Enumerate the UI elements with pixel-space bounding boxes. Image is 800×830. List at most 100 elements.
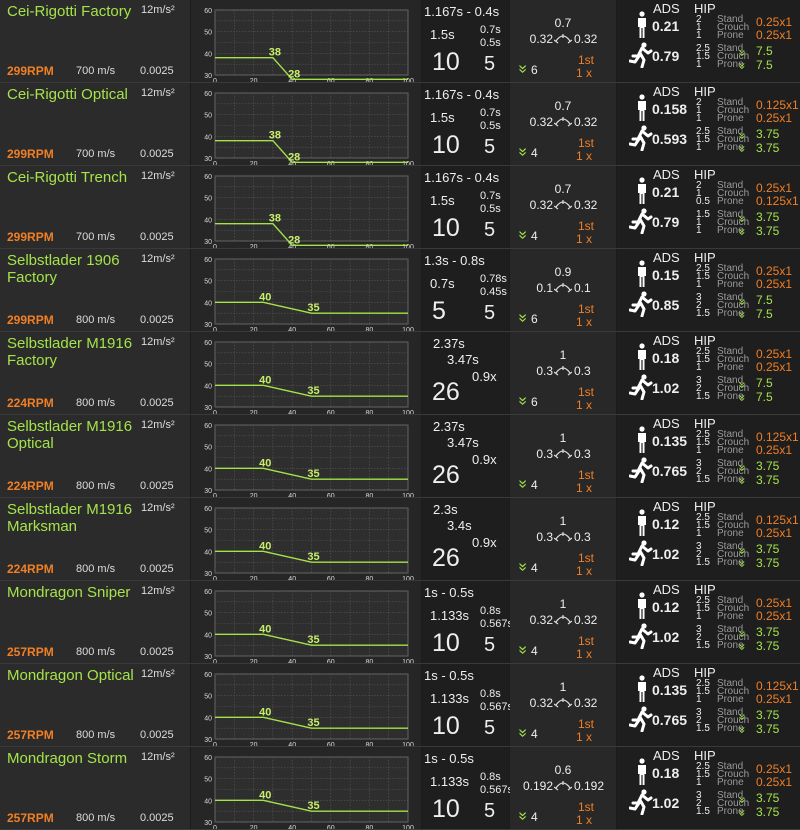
- chart-y-tick-label: 50: [204, 362, 212, 369]
- magazine-size: 26: [432, 544, 460, 572]
- reload-time-a: 1.133s: [430, 774, 470, 789]
- recoil-up: 1: [559, 431, 567, 445]
- person-head: [639, 758, 645, 764]
- hip-move-stand: 3.75: [756, 708, 780, 722]
- chevron-down-icon: »: [735, 311, 750, 319]
- hip-stance-value: 1: [696, 528, 702, 539]
- chart-x-tick-label: 20: [250, 244, 258, 248]
- hip-move-prone: 3.75: [756, 224, 780, 238]
- chart-y-tick-label: 40: [204, 798, 212, 805]
- ads-header: ADS: [653, 84, 680, 99]
- chart-x-tick-label: 60: [327, 410, 335, 414]
- chart-x-tick-label: 100: [402, 410, 414, 414]
- person-body: [638, 765, 646, 785]
- ammo-count: 5: [484, 302, 496, 324]
- damage-label-min: 35: [307, 302, 319, 314]
- chart-y-tick-label: 50: [204, 445, 212, 452]
- chart-x-tick-label: 40: [288, 576, 296, 580]
- chart-y-tick-label: 30: [204, 571, 212, 578]
- damage-chart-cell: 60 50 40 30 0 20 40 60 80 100 40 35: [191, 332, 421, 414]
- damage-chart-cell: 60 50 40 30 0 20 40 60 80 100 40 35: [191, 415, 421, 497]
- person-head: [639, 94, 645, 100]
- weapon-row: Selbstlader M1916 Marksman 12m/s² 224RPM 80…: [0, 498, 800, 581]
- hip-stance-value: 1: [696, 30, 702, 41]
- ads-header: ADS: [653, 665, 680, 680]
- recoil-first-shot: 1st: [578, 219, 595, 233]
- chart-x-tick-label: 0: [213, 244, 217, 248]
- weapon-acceleration: 12m/s²: [141, 336, 175, 348]
- chevron-down-icon: »: [514, 562, 532, 572]
- damage-label-min: 28: [288, 234, 300, 246]
- weapon-acceleration: 12m/s²: [141, 751, 175, 763]
- recoil-first-shot: 1st: [578, 468, 595, 482]
- chart-x-tick-label: 80: [366, 493, 374, 497]
- hip-spread-stand: 0.25x1: [756, 264, 793, 278]
- chart-x-tick-label: 80: [366, 576, 374, 580]
- weapon-rpm: 299RPM: [7, 313, 54, 327]
- person-body: [638, 516, 646, 536]
- weapon-name: Selbstlader M1916 Marksman: [7, 501, 133, 535]
- chart-y-tick-label: 30: [204, 654, 212, 661]
- damage-label-max: 40: [259, 706, 271, 718]
- recoil-left: 0.32: [529, 32, 553, 46]
- chart-x-tick-label: 0: [213, 659, 217, 663]
- ads-stand-spread: 0.18: [652, 765, 680, 781]
- hip-spread-crouch: 0.125x1: [756, 194, 799, 208]
- chart-y-tick-label: 60: [204, 755, 212, 762]
- ads-move-spread: 0.593: [652, 131, 688, 147]
- reload-time-a: 3.47s: [447, 435, 479, 450]
- chart-x-tick-label: 100: [402, 742, 414, 746]
- weapon-drag: 0.0025: [140, 314, 174, 326]
- reload-time-a: 3.47s: [447, 352, 479, 367]
- running-person-icon: [629, 623, 653, 649]
- chevron-down-icon: »: [735, 547, 750, 555]
- damage-label-min: 35: [307, 468, 319, 480]
- damage-label-max: 38: [269, 213, 281, 225]
- recoil-right: 0.32: [574, 198, 598, 212]
- person-body: [638, 101, 646, 121]
- damage-chart-cell: 60 50 40 30 0 20 40 60 80 100 38 28: [191, 83, 421, 165]
- stance-label: Prone: [717, 196, 744, 207]
- ammo-count: 5: [484, 634, 496, 656]
- reload-time-c: 0.567s: [480, 701, 514, 713]
- ads-stand-spread: 0.135: [652, 682, 688, 698]
- recoil-multiplier: 1 x: [576, 730, 593, 744]
- damage-chart: 60 50 40 300 20 40 60 80 100 40 35: [204, 589, 414, 663]
- reload-cell: 1.167s - 0.4s 1.5s 0.7s 0.5s 10 5: [422, 83, 509, 165]
- weapon-table: Cei-Rigotti Factory 12m/s² 299RPM 700 m/s 0.…: [0, 0, 800, 830]
- weapon-drag: 0.0025: [140, 646, 174, 658]
- person-body: [638, 350, 646, 370]
- weapon-row: Mondragon Storm 12m/s² 257RPM 800 m/s 0.0025…: [0, 747, 800, 830]
- person-head: [639, 260, 645, 266]
- chart-y-tick-label: 30: [204, 156, 212, 163]
- recoil-count: 4: [531, 229, 538, 243]
- stance-label: Prone: [717, 445, 744, 456]
- hip-spread-stand: 0.25x1: [756, 596, 793, 610]
- weapon-name: Cei-Rigotti Factory: [7, 3, 132, 20]
- running-person-icon: [629, 42, 653, 68]
- hip-spread-stand: 0.25x1: [756, 762, 793, 776]
- weapon-row: Mondragon Sniper 12m/s² 257RPM 800 m/s 0.002…: [0, 581, 800, 664]
- chart-x-tick-label: 0: [213, 742, 217, 746]
- damage-label-min: 35: [307, 717, 319, 729]
- runner-body: [629, 793, 653, 815]
- weapon-info-cell: Selbstlader M1916 Optical 12m/s² 224RPM 800…: [0, 415, 190, 497]
- damage-chart-cell: 60 50 40 30 0 20 40 60 80 100 40 35: [191, 747, 421, 829]
- chevron-down-icon: »: [514, 728, 532, 738]
- person-head: [639, 343, 645, 349]
- recoil-right: 0.32: [574, 613, 598, 627]
- hip-move-stand: 3.75: [756, 542, 780, 556]
- hip-move-prone: 7.5: [756, 58, 773, 72]
- recoil-ticks: [554, 615, 572, 625]
- magazine-size: 5: [432, 297, 446, 325]
- reload-time-b: 0.8s: [480, 771, 501, 783]
- chart-y-tick-label: 40: [204, 134, 212, 141]
- chart-y-tick-label: 60: [204, 257, 212, 264]
- damage-chart: 605040300 20 40 60 80 1003828: [204, 8, 414, 82]
- weapon-name: Selbstlader M1916 Optical: [7, 418, 133, 452]
- reload-time: 1.3s - 0.8s: [424, 253, 485, 268]
- reload-time-c: 0.45s: [480, 286, 507, 298]
- standing-person-icon: [638, 260, 646, 287]
- runner-body: [629, 378, 653, 400]
- reload-cell: 1.3s - 0.8s 0.7s 0.78s 0.45s 5 5: [422, 249, 509, 331]
